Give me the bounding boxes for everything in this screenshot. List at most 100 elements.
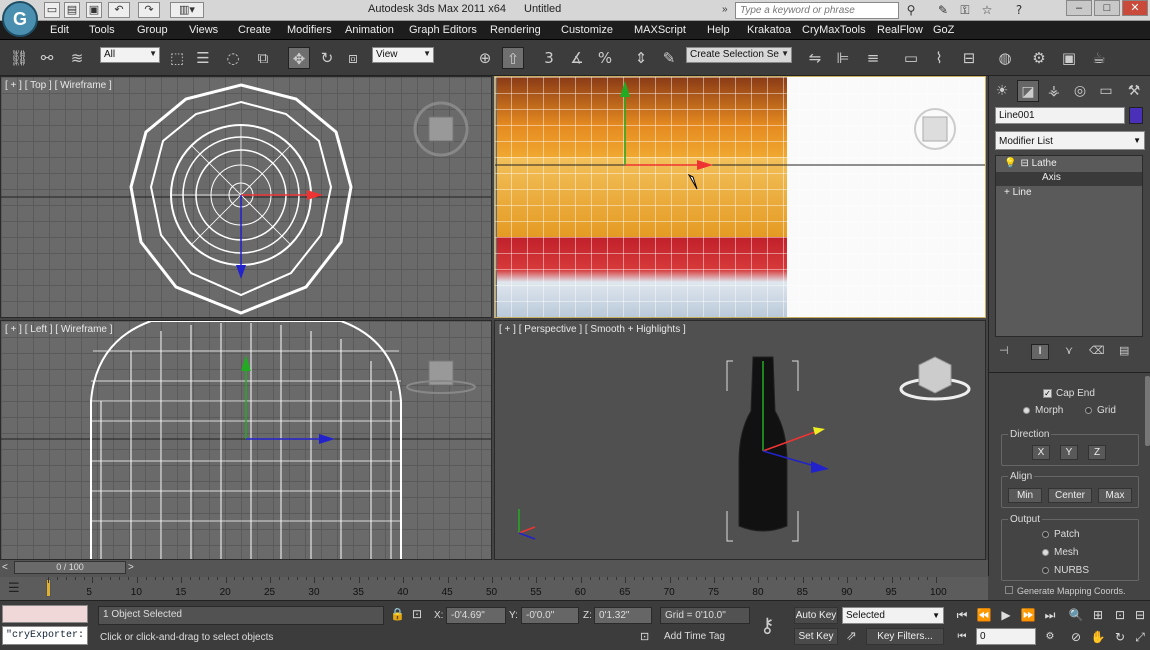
- lock-icon[interactable]: 🔒: [390, 607, 405, 621]
- time-config-icon[interactable]: ⚙: [1040, 628, 1060, 646]
- pan-icon[interactable]: ✋: [1088, 628, 1108, 646]
- hierarchy-tab-icon[interactable]: ⚶: [1043, 80, 1065, 102]
- maxscript-listener-input[interactable]: "cryExporter:: [2, 626, 88, 645]
- reference-coord-dropdown[interactable]: View ▼: [372, 47, 434, 63]
- next-frame-icon[interactable]: ⏩: [1018, 606, 1038, 624]
- zoom-all-icon[interactable]: ⊞: [1088, 606, 1108, 624]
- direction-y-button[interactable]: Y: [1060, 445, 1078, 460]
- stack-item-axis[interactable]: Axis: [996, 172, 1142, 186]
- rotate-icon[interactable]: ↻: [316, 47, 338, 69]
- stack-item-line[interactable]: + Line: [996, 187, 1142, 201]
- menu-edit[interactable]: Edit: [50, 24, 69, 36]
- field-of-view-icon[interactable]: ⊘: [1066, 628, 1086, 646]
- object-name-field[interactable]: Line001: [995, 107, 1125, 124]
- menu-create[interactable]: Create: [238, 24, 271, 36]
- menu-rendering[interactable]: Rendering: [490, 24, 541, 36]
- menu-goz[interactable]: GoZ: [933, 24, 954, 36]
- move-icon[interactable]: ✥: [288, 47, 310, 69]
- binoculars-icon[interactable]: ⚲: [902, 2, 920, 19]
- align-min-button[interactable]: Min: [1008, 488, 1042, 503]
- menu-maxscript[interactable]: MAXScript: [634, 24, 686, 36]
- radio-nurbs[interactable]: NURBS: [1042, 565, 1089, 576]
- maxscript-listener-top[interactable]: [2, 605, 88, 623]
- minimize-button[interactable]: –: [1066, 0, 1092, 16]
- orbit-icon[interactable]: ↻: [1110, 628, 1130, 646]
- display-tab-icon[interactable]: ▭: [1095, 80, 1117, 102]
- close-button[interactable]: ✕: [1122, 0, 1148, 16]
- favorites-star-icon[interactable]: ☆: [978, 2, 996, 19]
- viewport-front[interactable]: [494, 76, 986, 318]
- object-color-swatch[interactable]: [1129, 107, 1143, 124]
- panel-scrollbar[interactable]: [1145, 376, 1150, 446]
- show-end-result-icon[interactable]: I: [1031, 344, 1049, 360]
- generate-mapping-checkbox[interactable]: Generate Mapping Coords.: [1005, 586, 1126, 596]
- link-icon[interactable]: ⛓: [8, 47, 30, 69]
- viewport-label-left[interactable]: [ + ] [ Left ] [ Wireframe ]: [5, 324, 113, 335]
- save-file-icon[interactable]: ▣: [86, 2, 102, 18]
- modify-tab-icon[interactable]: ◪: [1017, 80, 1039, 102]
- menu-realflow[interactable]: RealFlow: [877, 24, 923, 36]
- project-folder-icon[interactable]: ▥▾: [170, 2, 204, 18]
- maximize-button[interactable]: □: [1094, 0, 1120, 16]
- undo-icon[interactable]: ↶: [108, 2, 130, 18]
- z-coordinate-field[interactable]: 0'1.32": [594, 607, 652, 624]
- key-filters-button[interactable]: Key Filters...: [866, 628, 944, 645]
- viewport-label-top[interactable]: [ + ] [ Top ] [ Wireframe ]: [5, 80, 112, 91]
- align-max-button[interactable]: Max: [1098, 488, 1132, 503]
- previous-frame-icon[interactable]: ⏪: [974, 606, 994, 624]
- modifier-stack[interactable]: 💡 ⊟ Lathe Axis + Line: [995, 155, 1143, 337]
- y-coordinate-field[interactable]: -0'0.0": [521, 607, 579, 624]
- modifier-list-dropdown[interactable]: Modifier List ▼: [995, 131, 1145, 150]
- schematic-view-icon[interactable]: ⊟: [958, 47, 980, 69]
- menu-crymaxtools[interactable]: CryMaxTools: [802, 24, 866, 36]
- radio-morph[interactable]: Morph: [1023, 405, 1063, 416]
- bind-space-warp-icon[interactable]: ≋: [66, 47, 88, 69]
- mini-curve-editor-icon[interactable]: ☰: [8, 581, 28, 597]
- select-object-icon[interactable]: ⬚: [166, 47, 188, 69]
- zoom-extents-all-icon[interactable]: ⊟: [1130, 606, 1150, 624]
- chevron-left-icon[interactable]: <: [2, 562, 8, 573]
- time-tag-icon[interactable]: ⊡: [640, 630, 649, 643]
- render-production-icon[interactable]: ☕: [1088, 47, 1110, 69]
- unlink-icon[interactable]: ⚯: [36, 47, 58, 69]
- edit-named-selection-icon[interactable]: ✎: [658, 47, 680, 69]
- goto-end-icon[interactable]: ⏭: [1040, 606, 1060, 624]
- zoom-icon[interactable]: 🔍: [1066, 606, 1086, 624]
- direction-z-button[interactable]: Z: [1088, 445, 1106, 460]
- rendered-frame-icon[interactable]: ▣: [1058, 47, 1080, 69]
- remove-modifier-icon[interactable]: ⌫: [1089, 344, 1107, 360]
- menu-views[interactable]: Views: [189, 24, 218, 36]
- play-icon[interactable]: ▶: [996, 606, 1016, 624]
- percent-snap-icon[interactable]: %: [594, 47, 616, 69]
- radio-mesh[interactable]: Mesh: [1042, 547, 1078, 558]
- viewport-perspective[interactable]: [ + ] [ Perspective ] [ Smooth + Highlig…: [494, 320, 986, 560]
- selection-filter-dropdown[interactable]: All ▼: [100, 47, 160, 63]
- align-icon[interactable]: ⊫: [832, 47, 854, 69]
- key-mode-dropdown[interactable]: Selected ▼: [842, 607, 944, 624]
- direction-x-button[interactable]: X: [1032, 445, 1050, 460]
- snaps-toggle-icon[interactable]: 3: [538, 47, 560, 69]
- menu-customize[interactable]: Customize: [561, 24, 613, 36]
- align-center-button[interactable]: Center: [1048, 488, 1092, 503]
- set-key-icon[interactable]: ⇗: [846, 628, 857, 644]
- add-time-tag[interactable]: Add Time Tag: [660, 629, 750, 646]
- menu-help[interactable]: Help: [707, 24, 730, 36]
- cap-end-checkbox[interactable]: ✓ Cap End: [1043, 388, 1095, 399]
- radio-patch[interactable]: Patch: [1042, 529, 1080, 540]
- layer-manager-icon[interactable]: ≡: [862, 47, 884, 69]
- chevron-right-icon[interactable]: >: [128, 562, 134, 573]
- select-manipulate-icon[interactable]: ⇧: [502, 47, 524, 69]
- scale-icon[interactable]: ⧈: [342, 47, 364, 69]
- spinner-snap-icon[interactable]: ⇕: [630, 47, 652, 69]
- tools-icon[interactable]: ✎: [934, 2, 952, 19]
- make-unique-icon[interactable]: ⋎: [1065, 344, 1083, 360]
- utilities-tab-icon[interactable]: ⚒: [1123, 80, 1145, 102]
- pin-stack-icon[interactable]: ⊣: [999, 344, 1017, 360]
- key-mode-toggle-icon[interactable]: ⏮: [952, 628, 972, 646]
- radio-grid[interactable]: Grid: [1085, 405, 1116, 416]
- pivot-center-icon[interactable]: ⊕: [474, 47, 496, 69]
- select-by-name-icon[interactable]: ☰: [192, 47, 214, 69]
- window-crossing-icon[interactable]: ⧉: [252, 47, 274, 69]
- curve-editor-icon[interactable]: ⌇: [928, 47, 950, 69]
- search-input[interactable]: Type a keyword or phrase: [735, 2, 899, 19]
